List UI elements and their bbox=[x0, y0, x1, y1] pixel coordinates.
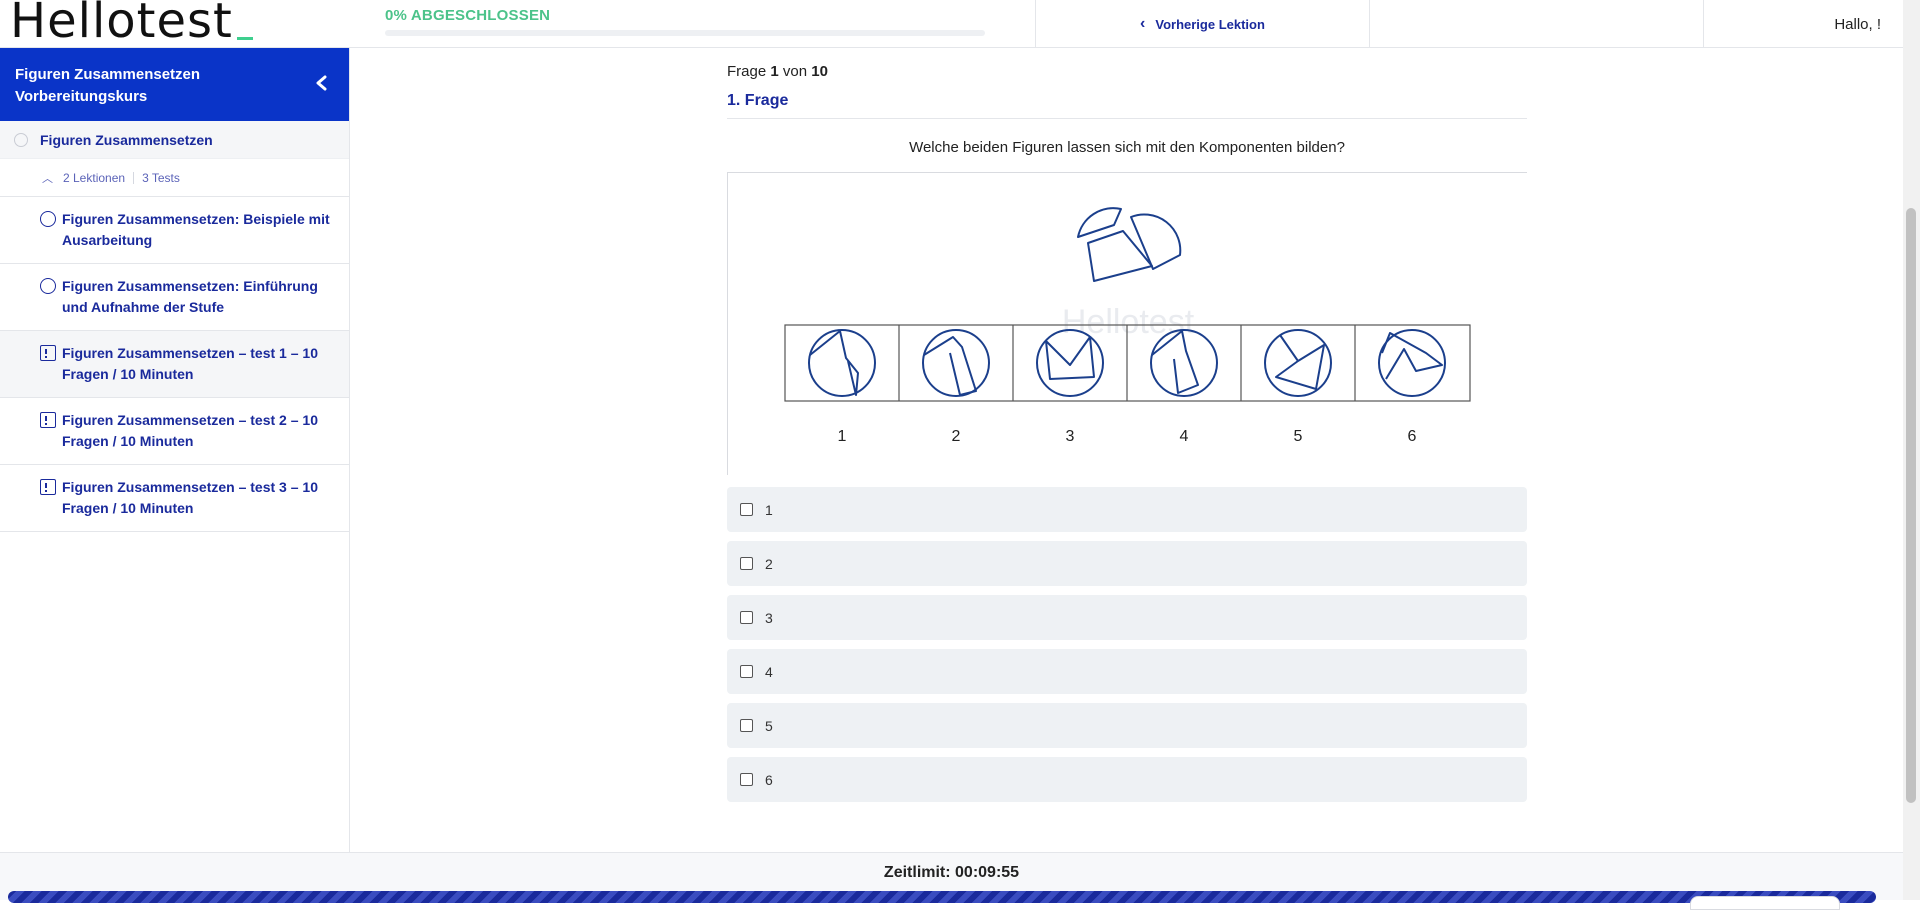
question-current-number: 1 bbox=[770, 63, 779, 80]
previous-lesson-label: Vorherige Lektion bbox=[1155, 16, 1265, 32]
question-title: 1. Frage bbox=[727, 92, 1527, 119]
answer-options: 1 2 3 4 5 6 bbox=[727, 487, 1527, 802]
figure-number-label: 1 bbox=[838, 428, 847, 445]
answer-checkbox[interactable] bbox=[740, 557, 753, 570]
meta-divider bbox=[133, 171, 135, 184]
quiz-icon bbox=[40, 412, 56, 428]
answer-option-4[interactable]: 4 bbox=[727, 649, 1527, 694]
sidebar-header: Figuren Zusammensetzen Vorbereitungskurs bbox=[0, 48, 349, 121]
answer-option-5[interactable]: 5 bbox=[727, 703, 1527, 748]
sidebar-item-test-1[interactable]: Figuren Zusammensetzen – test 1 – 10 Fra… bbox=[0, 331, 349, 398]
section-title: Figuren Zusammensetzen bbox=[40, 131, 213, 148]
sidebar-item-lesson-1[interactable]: Figuren Zusammensetzen: Beispiele mit Au… bbox=[0, 197, 349, 264]
sidebar-item-test-2[interactable]: Figuren Zusammensetzen – test 2 – 10 Fra… bbox=[0, 398, 349, 465]
sidebar-item-lesson-2[interactable]: Figuren Zusammensetzen: Einführung und A… bbox=[0, 264, 349, 331]
course-title: Figuren Zusammensetzen Vorbereitungskurs bbox=[15, 66, 201, 105]
figure-assembly-image: Hellotest 1 2 3 4 5 6 bbox=[784, 207, 1471, 445]
sidebar-item-label: Figuren Zusammensetzen: Einführung und A… bbox=[62, 278, 318, 315]
question-counter-prefix: Frage bbox=[727, 63, 767, 80]
figure-option-6 bbox=[1378, 329, 1446, 397]
component-poly-piece bbox=[1087, 230, 1153, 282]
quiz-content: Frage 1 von 10 1. Frage Welche beiden Fi… bbox=[727, 60, 1527, 811]
tests-count: 3 Tests bbox=[142, 170, 180, 185]
answer-label: 4 bbox=[765, 663, 773, 680]
answer-checkbox[interactable] bbox=[740, 665, 753, 678]
chevron-left-icon bbox=[316, 75, 327, 91]
lesson-status-icon bbox=[40, 211, 56, 227]
course-progress: 0% ABGESCHLOSSEN bbox=[385, 7, 985, 36]
chevron-left-icon: ‹ bbox=[1140, 15, 1146, 32]
collapse-sidebar-button[interactable] bbox=[309, 70, 335, 96]
logo-text: Hellotest bbox=[10, 0, 233, 49]
answer-checkbox[interactable] bbox=[740, 611, 753, 624]
course-sidebar: Figuren Zusammensetzen Vorbereitungskurs… bbox=[0, 48, 350, 852]
figure-option-2 bbox=[922, 329, 990, 397]
time-limit-bar bbox=[8, 891, 1876, 903]
answer-label: 5 bbox=[765, 717, 773, 734]
lessons-count: 2 Lektionen bbox=[63, 170, 126, 185]
top-bar: Hellotest 0% ABGESCHLOSSEN ‹ Vorherige L… bbox=[0, 0, 1903, 48]
chevron-up-icon[interactable]: ︿ bbox=[42, 170, 53, 186]
figure-option-4 bbox=[1150, 329, 1218, 397]
greeting-text: Hallo, ! bbox=[1834, 15, 1881, 33]
timer-footer: Zeitlimit: 00:09:55 bbox=[0, 852, 1903, 910]
answer-checkbox[interactable] bbox=[740, 503, 753, 516]
figure-number-label: 5 bbox=[1294, 428, 1303, 445]
answer-label: 2 bbox=[765, 555, 773, 572]
page-scrollbar-thumb[interactable] bbox=[1906, 208, 1916, 803]
answer-option-2[interactable]: 2 bbox=[727, 541, 1527, 586]
figure-number-label: 2 bbox=[952, 428, 961, 445]
time-limit-label: Zeitlimit: 00:09:55 bbox=[883, 864, 1020, 881]
question-text: Welche beiden Figuren lassen sich mit de… bbox=[727, 139, 1527, 173]
logo-underscore bbox=[236, 37, 253, 40]
sidebar-item-label: Figuren Zusammensetzen: Beispiele mit Au… bbox=[62, 211, 330, 248]
question-figure: Hellotest 1 2 3 4 5 6 bbox=[727, 173, 1527, 475]
figure-option-5 bbox=[1264, 329, 1332, 397]
question-counter: Frage 1 von 10 bbox=[727, 60, 1527, 84]
sidebar-item-label: Figuren Zusammensetzen – test 1 – 10 Fra… bbox=[62, 345, 318, 382]
logo[interactable]: Hellotest bbox=[10, 0, 253, 46]
figure-watermark: Hellotest bbox=[1062, 303, 1195, 341]
question-counter-middle: von bbox=[782, 63, 808, 80]
section-meta: ︿ 2 Lektionen 3 Tests bbox=[0, 159, 349, 197]
lesson-status-icon bbox=[40, 278, 56, 294]
answer-option-3[interactable]: 3 bbox=[727, 595, 1527, 640]
answer-option-6[interactable]: 6 bbox=[727, 757, 1527, 802]
answer-option-1[interactable]: 1 bbox=[727, 487, 1527, 532]
figure-number-label: 6 bbox=[1408, 428, 1417, 445]
progress-label: 0% ABGESCHLOSSEN bbox=[385, 7, 551, 24]
top-bar-empty-cell bbox=[1369, 0, 1703, 48]
answer-checkbox[interactable] bbox=[740, 719, 753, 732]
figure-number-label: 4 bbox=[1180, 428, 1189, 445]
section-header[interactable]: Figuren Zusammensetzen bbox=[0, 121, 349, 159]
sidebar-item-test-3[interactable]: Figuren Zusammensetzen – test 3 – 10 Fra… bbox=[0, 465, 349, 532]
component-arc-piece bbox=[1077, 207, 1122, 238]
answer-label: 1 bbox=[765, 501, 773, 518]
figure-number-label: 3 bbox=[1066, 428, 1075, 445]
footer-submit-tab[interactable] bbox=[1690, 896, 1840, 910]
quiz-icon bbox=[40, 345, 56, 361]
user-greeting[interactable]: Hallo, ! bbox=[1703, 0, 1903, 48]
progress-track bbox=[385, 30, 985, 36]
answer-label: 3 bbox=[765, 609, 773, 626]
answer-checkbox[interactable] bbox=[740, 773, 753, 786]
previous-lesson-button[interactable]: ‹ Vorherige Lektion bbox=[1035, 0, 1369, 48]
sidebar-item-label: Figuren Zusammensetzen – test 2 – 10 Fra… bbox=[62, 412, 318, 449]
quiz-icon bbox=[40, 479, 56, 495]
figure-option-1 bbox=[808, 329, 876, 397]
sidebar-item-label: Figuren Zusammensetzen – test 3 – 10 Fra… bbox=[62, 479, 318, 516]
component-pie-piece bbox=[1130, 213, 1182, 270]
answer-label: 6 bbox=[765, 771, 773, 788]
section-status-icon bbox=[14, 132, 28, 147]
question-total-number: 10 bbox=[811, 63, 828, 80]
